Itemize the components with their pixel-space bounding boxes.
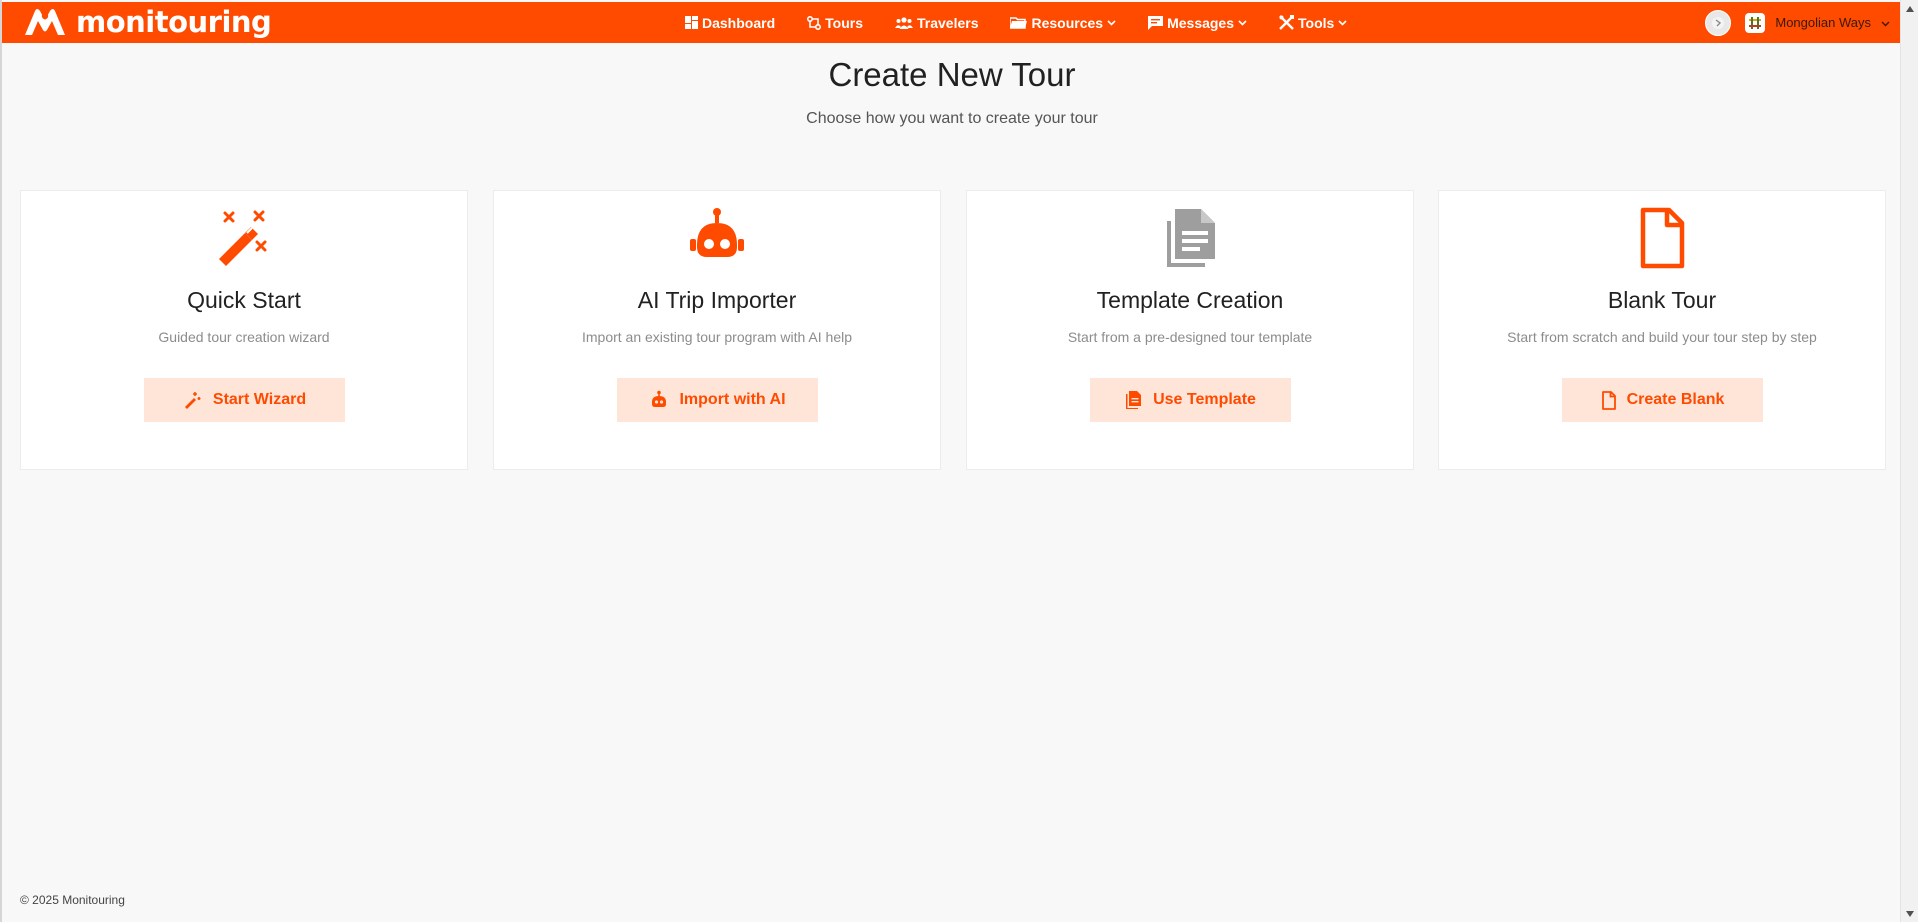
main-nav: Dashboard Tours Travelers Resources Mess… <box>685 2 1379 43</box>
document-copy-icon <box>967 205 1413 271</box>
robot-icon <box>494 205 940 271</box>
nav-dashboard[interactable]: Dashboard <box>685 15 775 31</box>
card-template-creation: Template Creation Start from a pre-desig… <box>966 190 1414 470</box>
card-title: AI Trip Importer <box>637 287 797 313</box>
button-label: Start Wizard <box>212 391 307 408</box>
button-label: Use Template <box>1153 391 1256 408</box>
nav-label: Travelers <box>916 14 979 31</box>
nav-tools[interactable]: Tools <box>1279 15 1347 31</box>
org-name: Mongolian Ways <box>1775 15 1871 30</box>
chevron-down-icon <box>1238 19 1247 26</box>
top-navbar: monitouring Dashboard Tours Travelers Re… <box>2 2 1900 43</box>
nav-tours[interactable]: Tours <box>807 15 863 31</box>
nav-label: Messages <box>1167 14 1235 31</box>
dashboard-icon <box>685 16 698 29</box>
nav-resources[interactable]: Resources <box>1010 15 1116 31</box>
message-icon <box>1148 15 1164 30</box>
card-quick-start: Quick Start Guided tour creation wizard … <box>20 190 468 470</box>
button-label: Import with AI <box>679 391 786 408</box>
nav-right: Mongolian Ways <box>1705 2 1900 43</box>
scrollbar[interactable] <box>1900 0 1918 922</box>
nav-label: Tours <box>825 14 863 31</box>
brand-name: monitouring <box>76 5 272 39</box>
magic-wand-icon <box>183 390 203 410</box>
card-description: Import an existing tour program with AI … <box>581 329 853 345</box>
magic-wand-icon <box>21 205 467 271</box>
use-template-button[interactable]: Use Template <box>1090 378 1291 422</box>
card-blank-tour: Blank Tour Start from scratch and build … <box>1438 190 1886 470</box>
route-icon <box>807 15 822 30</box>
import-with-ai-button[interactable]: Import with AI <box>617 378 818 422</box>
nav-label: Dashboard <box>702 14 776 31</box>
users-icon <box>894 16 913 29</box>
creation-options: Quick Start Guided tour creation wizard … <box>20 190 1886 470</box>
page-title: Create New Tour <box>828 56 1076 93</box>
brand-logo[interactable]: monitouring <box>22 4 272 40</box>
chevron-down-icon <box>1881 14 1890 32</box>
page-subtitle: Choose how you want to create your tour <box>806 110 1098 127</box>
create-blank-button[interactable]: Create Blank <box>1562 378 1763 422</box>
card-description: Guided tour creation wizard <box>158 329 330 345</box>
document-copy-icon <box>1125 390 1143 410</box>
nav-label: Tools <box>1298 14 1335 31</box>
user-avatar[interactable] <box>1705 9 1732 36</box>
blank-file-icon <box>1601 390 1617 410</box>
nav-label: Resources <box>1031 14 1104 31</box>
start-wizard-button[interactable]: Start Wizard <box>144 378 345 422</box>
blank-file-icon <box>1439 205 1885 271</box>
org-logo-icon <box>1745 12 1766 33</box>
footer-copyright: © 2025 Monitouring <box>20 893 125 907</box>
nav-messages[interactable]: Messages <box>1148 15 1247 31</box>
robot-icon <box>649 390 669 410</box>
card-description: Start from scratch and build your tour s… <box>1507 329 1817 345</box>
button-label: Create Blank <box>1626 391 1725 408</box>
folder-icon <box>1010 16 1028 29</box>
card-title: Template Creation <box>1096 287 1284 313</box>
chevron-down-icon <box>1338 19 1347 26</box>
nav-travelers[interactable]: Travelers <box>894 14 979 31</box>
card-title: Blank Tour <box>1607 287 1717 313</box>
tools-icon <box>1279 15 1295 30</box>
card-description: Start from a pre-designed tour template <box>1067 329 1313 345</box>
scroll-down-arrow-icon[interactable] <box>1901 905 1918 922</box>
chevron-down-icon <box>1107 19 1116 26</box>
card-title: Quick Start <box>187 287 301 313</box>
monitouring-logo-icon <box>22 7 68 37</box>
scroll-up-arrow-icon[interactable] <box>1901 0 1918 17</box>
org-switcher[interactable]: Mongolian Ways <box>1745 12 1890 33</box>
card-ai-trip-importer: AI Trip Importer Import an existing tour… <box>493 190 941 470</box>
